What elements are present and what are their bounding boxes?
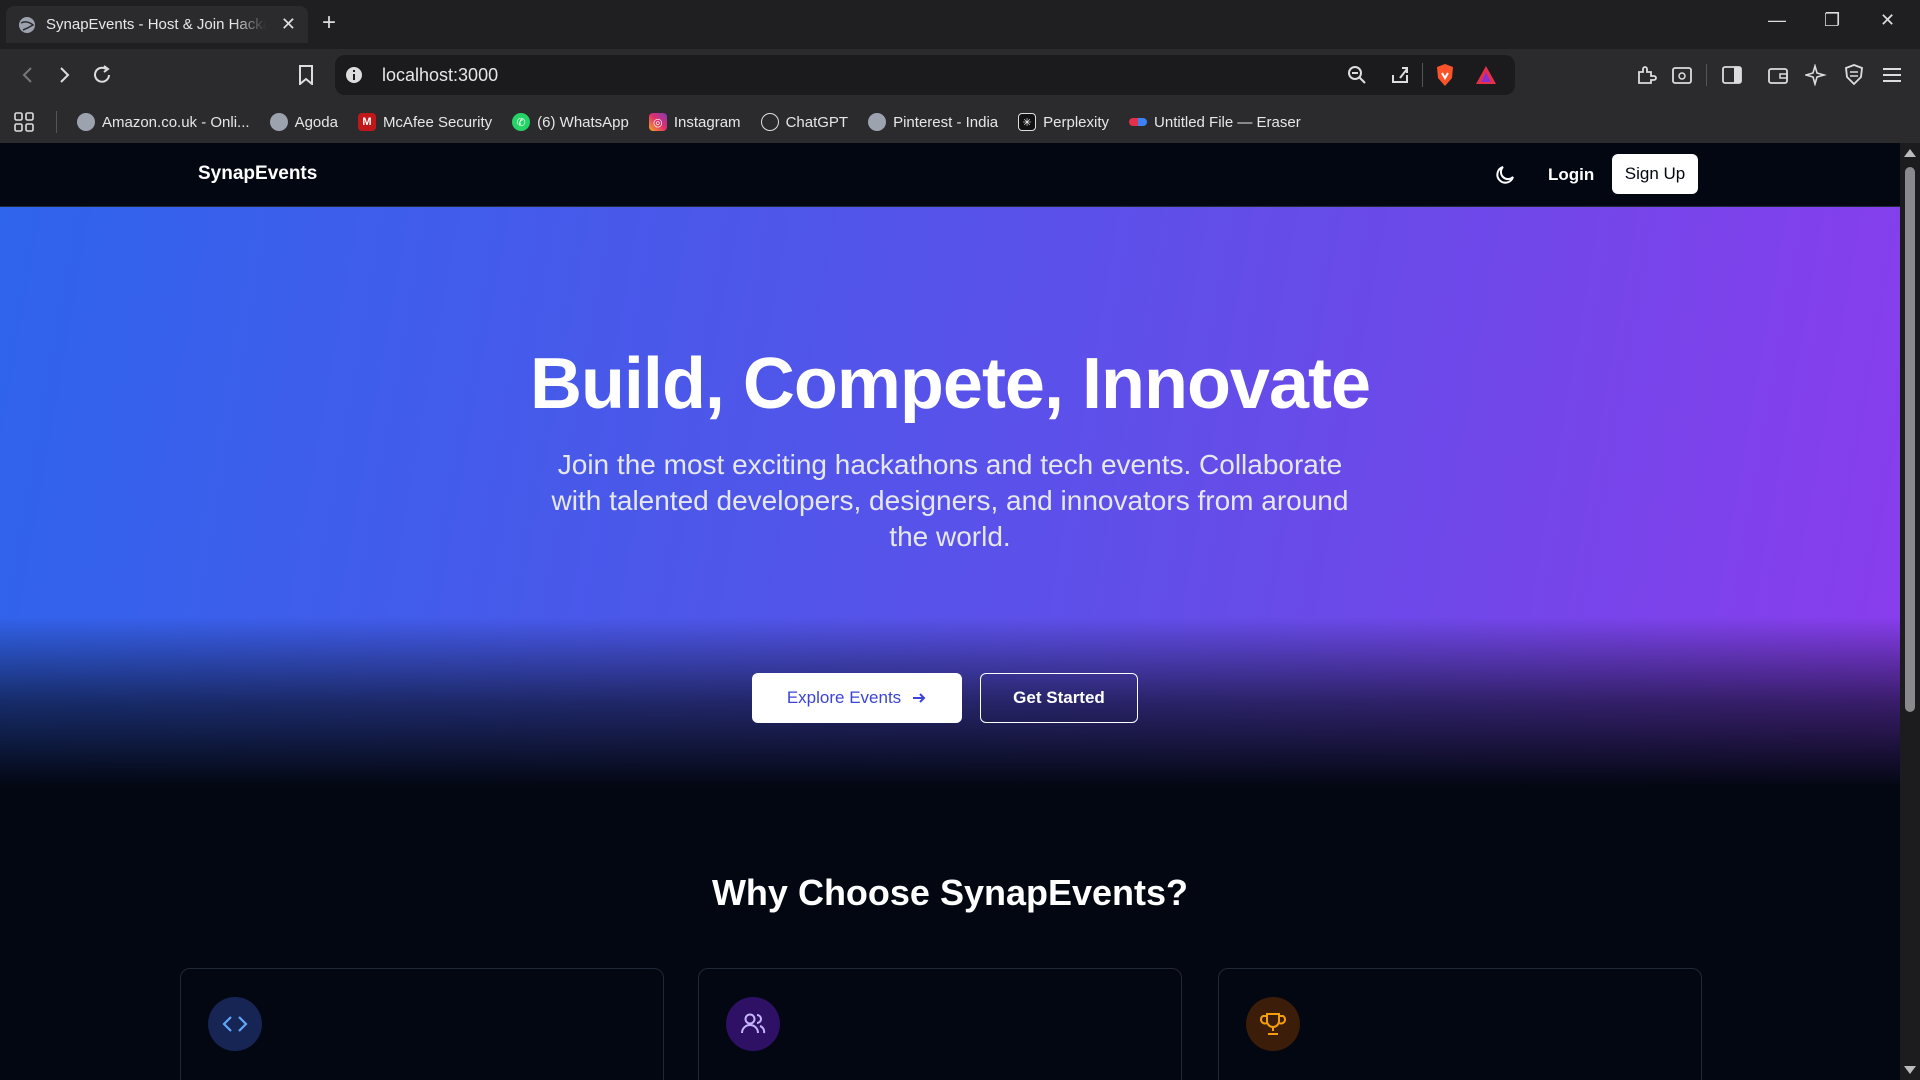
globe-icon bbox=[868, 113, 887, 131]
feature-card bbox=[1218, 968, 1702, 1080]
chatgpt-icon bbox=[760, 113, 779, 131]
page-viewport: SynapEvents Login Sign Up Build, Compete… bbox=[0, 143, 1900, 1080]
toolbar: localhost:3000 bbox=[0, 49, 1920, 101]
bookmark-eraser[interactable]: Untitled File — Eraser bbox=[1129, 114, 1301, 131]
explore-events-label: Explore Events bbox=[786, 688, 902, 707]
bookmark-label: Agoda bbox=[294, 113, 338, 131]
browser-chrome: SynapEvents - Host & Join Hackathons ✕ +… bbox=[0, 0, 1920, 143]
bookmark-pinterest[interactable]: Pinterest - India bbox=[868, 113, 998, 131]
bookmark-icon[interactable] bbox=[292, 61, 320, 89]
bookmark-label: ChatGPT bbox=[785, 113, 849, 131]
bookmark-agoda[interactable]: Agoda bbox=[269, 113, 338, 131]
bookmark-amazon[interactable]: Amazon.co.uk - Onli... bbox=[77, 113, 250, 131]
signup-button[interactable]: Sign Up bbox=[1612, 154, 1698, 194]
users-icon bbox=[726, 997, 780, 1051]
bookmark-instagram[interactable]: ◎ Instagram bbox=[648, 113, 741, 131]
apps-grid-icon[interactable] bbox=[14, 112, 34, 132]
bookmark-label: McAfee Security bbox=[382, 113, 493, 131]
scrollbar[interactable] bbox=[1900, 143, 1920, 1080]
bookmark-label: Perplexity bbox=[1043, 113, 1110, 131]
tab-title: SynapEvents - Host & Join Hackathons bbox=[46, 16, 266, 33]
globe-icon bbox=[77, 113, 95, 131]
divider bbox=[56, 111, 57, 133]
menu-icon[interactable] bbox=[1878, 61, 1906, 89]
code-icon bbox=[208, 997, 262, 1051]
browser-tab[interactable]: SynapEvents - Host & Join Hackathons ✕ bbox=[6, 6, 308, 43]
mcafee-icon: M bbox=[357, 113, 376, 131]
moon-icon[interactable] bbox=[1493, 163, 1517, 187]
bookmark-label: Instagram bbox=[673, 113, 741, 131]
scroll-up-icon[interactable] bbox=[1904, 149, 1916, 157]
bookmark-chatgpt[interactable]: ChatGPT bbox=[760, 113, 849, 131]
divider bbox=[1706, 64, 1707, 86]
eraser-icon bbox=[1129, 118, 1148, 126]
bookmark-perplexity[interactable]: ✳ Perplexity bbox=[1018, 113, 1109, 131]
leo-ai-icon[interactable] bbox=[1802, 61, 1830, 89]
url-text: localhost:3000 bbox=[382, 65, 499, 85]
vpn-icon[interactable] bbox=[1840, 61, 1868, 89]
new-tab-icon[interactable]: + bbox=[322, 11, 336, 35]
address-bar[interactable]: localhost:3000 bbox=[335, 55, 1515, 95]
divider bbox=[1422, 63, 1423, 87]
explore-events-button[interactable]: Explore Events bbox=[752, 673, 962, 723]
scroll-down-icon[interactable] bbox=[1904, 1066, 1916, 1074]
feature-card bbox=[180, 968, 664, 1080]
feature-card bbox=[698, 968, 1182, 1080]
tab-bar: SynapEvents - Host & Join Hackathons ✕ +… bbox=[0, 0, 1920, 49]
hero-subtitle: Join the most exciting hackathons and te… bbox=[551, 449, 1349, 552]
bookmark-label: Untitled File — Eraser bbox=[1154, 113, 1301, 131]
close-tab-icon[interactable]: ✕ bbox=[281, 14, 296, 35]
bookmark-label: Amazon.co.uk - Onli... bbox=[102, 113, 250, 131]
forward-icon[interactable] bbox=[50, 61, 78, 89]
get-started-button[interactable]: Get Started bbox=[980, 673, 1138, 723]
back-icon[interactable] bbox=[14, 61, 42, 89]
reload-icon[interactable] bbox=[88, 61, 116, 89]
bookmark-mcafee[interactable]: M McAfee Security bbox=[357, 113, 493, 131]
login-button[interactable]: Login bbox=[1536, 157, 1606, 193]
trophy-icon bbox=[1246, 997, 1300, 1051]
sidebar-icon[interactable] bbox=[1718, 61, 1746, 89]
bookmark-whatsapp[interactable]: ✆ (6) WhatsApp bbox=[512, 113, 629, 131]
bookmarks-bar: Amazon.co.uk - Onli... Agoda M McAfee Se… bbox=[0, 101, 1920, 143]
perplexity-icon: ✳ bbox=[1018, 113, 1037, 131]
wallet-icon[interactable] bbox=[1764, 61, 1792, 89]
reader-mode-icon[interactable] bbox=[1668, 61, 1696, 89]
brave-shield-icon[interactable] bbox=[1435, 64, 1455, 86]
bookmark-label: (6) WhatsApp bbox=[537, 113, 629, 131]
brave-rewards-icon[interactable] bbox=[1475, 65, 1497, 85]
restore-icon[interactable]: ❐ bbox=[1824, 10, 1840, 31]
whatsapp-icon: ✆ bbox=[512, 113, 531, 131]
instagram-icon: ◎ bbox=[648, 113, 667, 131]
globe-icon bbox=[269, 113, 288, 131]
close-window-icon[interactable]: ✕ bbox=[1880, 10, 1895, 31]
features-heading: Why Choose SynapEvents? bbox=[711, 872, 1189, 913]
arrow-right-icon bbox=[913, 693, 926, 703]
bookmark-label: Pinterest - India bbox=[893, 113, 999, 131]
extensions-icon[interactable] bbox=[1632, 61, 1660, 89]
brand-logo[interactable]: SynapEvents bbox=[198, 163, 317, 185]
hero-title: Build, Compete, Innovate bbox=[529, 344, 1371, 424]
minimize-icon[interactable]: — bbox=[1768, 10, 1786, 31]
scrollbar-thumb[interactable] bbox=[1905, 167, 1915, 712]
zoom-icon[interactable] bbox=[1347, 65, 1367, 85]
share-icon[interactable] bbox=[1390, 65, 1410, 85]
globe-icon bbox=[19, 16, 35, 33]
site-navbar: SynapEvents Login Sign Up bbox=[0, 143, 1900, 207]
site-info-icon[interactable] bbox=[345, 66, 363, 84]
